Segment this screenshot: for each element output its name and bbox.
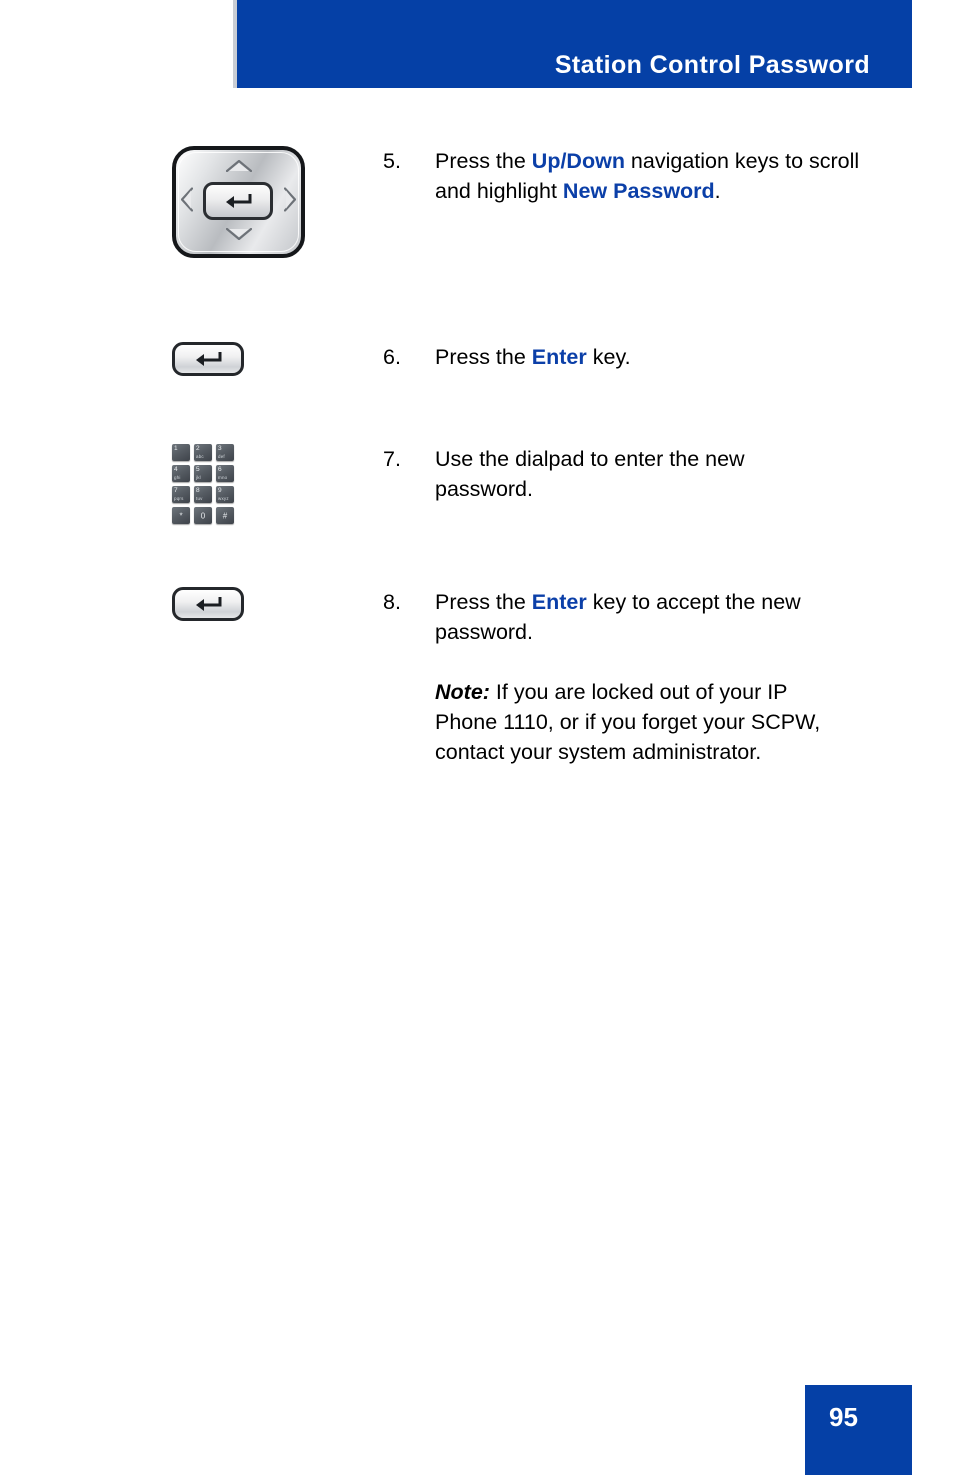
dialpad-key-digit: 2 [196,445,200,452]
dialpad-key-digit: 4 [174,466,178,473]
dialpad-key-digit: 0 [200,511,206,520]
step-text-cell: 5. Press the Up/Down navigation keys to … [383,146,954,206]
emphasis-enter: Enter [531,345,587,369]
dialpad-key: 8 tuv [194,486,212,503]
dialpad-key-letters: def [218,454,225,459]
step-number: 5. [383,149,401,173]
dialpad-key: * [172,507,190,524]
dialpad-key-letters: wxyz [218,496,229,501]
page-header-banner: Station Control Password [237,0,912,88]
dialpad-key-digit: # [222,511,228,520]
dialpad-key: 2 abc [194,444,212,461]
dialpad-icon: 1 2 abc 3 def 4 ghi 5 jkl 6 mno 7 pqrs 8 tuv 9 w… [172,444,234,524]
dialpad-key-digit: 8 [196,487,200,494]
dialpad-key: 5 jkl [194,465,212,482]
note-label: Note: [435,680,490,704]
dialpad-key-letters: tuv [196,496,203,501]
step-icon-cell [0,587,383,621]
step-line: 7. Use the dialpad to enter the new pass… [383,444,894,504]
step-number: 7. [383,447,401,471]
page-number-box: 95 [805,1385,912,1475]
dialpad-key-letters: abc [196,454,204,459]
step-text: Press the Enter key. [435,345,631,369]
dialpad-key-digit: 5 [196,466,200,473]
step-row: 1 2 abc 3 def 4 ghi 5 jkl 6 mno 7 pqrs 8 tuv 9 w… [0,444,954,524]
dialpad-key: 6 mno [216,465,234,482]
step-text-cell: 8. Press the Enter key to accept the new… [383,587,954,767]
dialpad-key-letters: mno [218,475,228,480]
dialpad-key-letters: jkl [196,475,201,480]
step-row: 6. Press the Enter key. [0,342,954,376]
step-text-cell: 6. Press the Enter key. [383,342,954,372]
dialpad-key: 9 wxyz [216,486,234,503]
dialpad-key: 1 [172,444,190,461]
step-text-cell: 7. Use the dialpad to enter the new pass… [383,444,954,504]
step-line: 5. Press the Up/Down navigation keys to … [383,146,894,206]
note-block: Note: If you are locked out of your IP P… [435,677,835,767]
navigation-cluster-icon [172,146,305,258]
step-text: Use the dialpad to enter the new passwor… [435,447,745,501]
chevron-right-icon [283,187,297,217]
step-line: 8. Press the Enter key to accept the new… [383,587,894,647]
dialpad-key-digit: * [179,511,183,520]
dialpad-key: 7 pqrs [172,486,190,503]
step-row: 8. Press the Enter key to accept the new… [0,587,954,767]
procedure-step-list: 5. Press the Up/Down navigation keys to … [0,88,954,767]
dialpad-key-letters: pqrs [174,496,184,501]
dialpad-key: 4 ghi [172,465,190,482]
dialpad-key: 3 def [216,444,234,461]
step-icon-cell [0,342,383,376]
step-line: 6. Press the Enter key. [383,342,894,372]
enter-key-icon [172,587,244,621]
step-row: 5. Press the Up/Down navigation keys to … [0,146,954,258]
navigation-center-enter-key-icon [203,182,273,220]
step-icon-cell [0,146,383,258]
dialpad-key: 0 [194,507,212,524]
note-body: If you are locked out of your IP Phone 1… [435,680,821,764]
dialpad-key-letters: ghi [174,475,181,480]
dialpad-key-digit: 9 [218,487,222,494]
chevron-left-icon [180,187,194,217]
page-number: 95 [829,1402,858,1432]
dialpad-key-digit: 7 [174,487,178,494]
step-text: Press the Up/Down navigation keys to scr… [435,149,860,203]
chevron-down-icon [225,227,252,245]
step-number: 8. [383,590,401,614]
dialpad-key-digit: 1 [174,445,178,452]
dialpad-key: # [216,507,234,524]
enter-key-icon [172,342,244,376]
step-number: 6. [383,345,401,369]
dialpad-key-digit: 6 [218,466,222,473]
step-icon-cell: 1 2 abc 3 def 4 ghi 5 jkl 6 mno 7 pqrs 8 tuv 9 w… [0,444,383,524]
step-text: Press the Enter key to accept the new pa… [435,590,801,644]
chevron-up-icon [225,159,252,177]
emphasis-enter: Enter [531,590,587,614]
page-title: Station Control Password [554,51,870,79]
dialpad-key-digit: 3 [218,445,222,452]
emphasis-new-password: New Password [562,179,715,203]
emphasis-up-down: Up/Down [531,149,625,173]
